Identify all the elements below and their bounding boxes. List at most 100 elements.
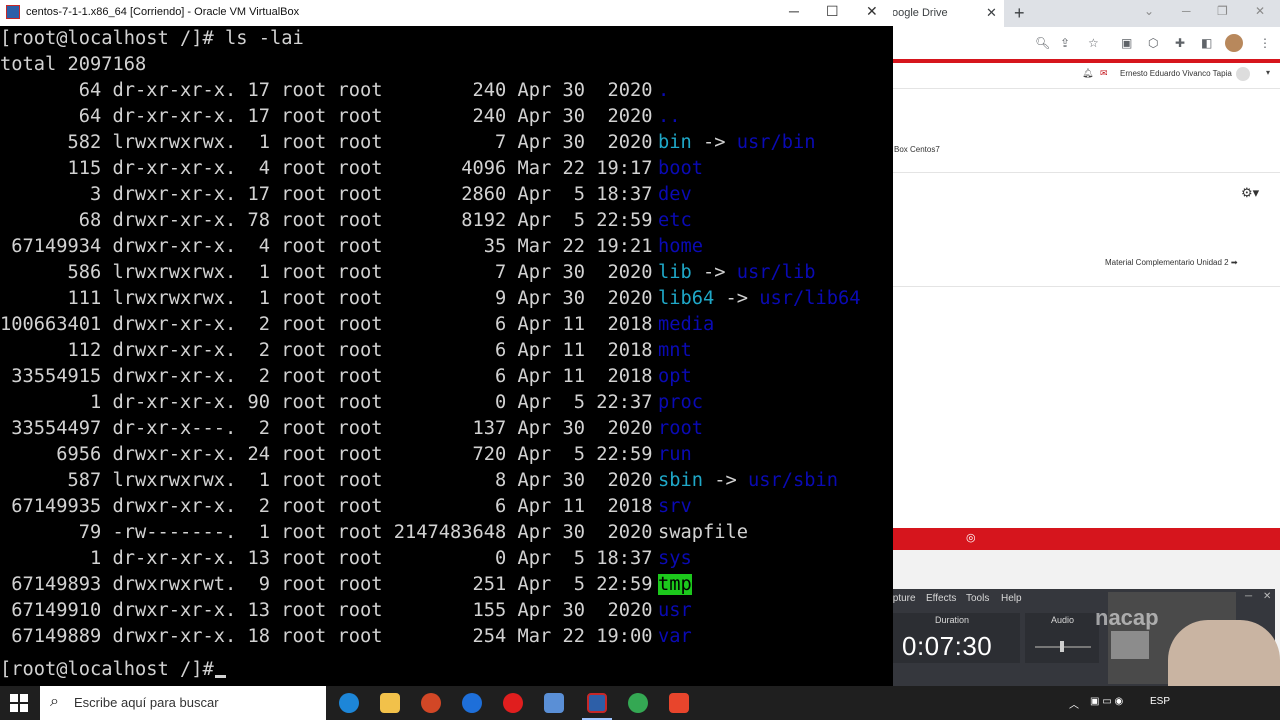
chrome-icon[interactable] — [628, 693, 648, 713]
file-name: root — [658, 418, 704, 439]
listing-row-meta: 582 lrwxrwxrwx. 1 root root 7 Apr 30 202… — [0, 132, 664, 153]
divider — [892, 172, 1280, 173]
zoom-icon[interactable]: 🔍︎ — [1035, 36, 1050, 50]
edge-icon[interactable] — [339, 693, 359, 713]
listing-row-name: .. — [658, 104, 681, 130]
virtualbox-taskbar-icon[interactable] — [587, 693, 607, 713]
listing-row: 112 drwxr-xr-x. 2 root root 6 Apr 11 201… — [0, 338, 692, 364]
powerpoint-icon[interactable] — [421, 693, 441, 713]
file-name: opt — [658, 366, 692, 387]
listing-row: 64 dr-xr-xr-x. 17 root root 240 Apr 30 2… — [0, 78, 670, 104]
file-name: bin — [658, 132, 692, 153]
audio-slider-knob[interactable] — [1060, 641, 1064, 652]
shield-icon[interactable]: ⬡ — [1148, 36, 1158, 50]
browser-tab-title: oogle Drive — [892, 7, 948, 19]
link-target: usr/sbin — [748, 470, 839, 491]
menu-effects[interactable]: Effects — [926, 593, 956, 604]
listing-row: 6956 drwxr-xr-x. 24 root root 720 Apr 5 … — [0, 442, 692, 468]
restore-icon[interactable]: ❐ — [1217, 4, 1228, 18]
virtualbox-titlebar: centos-7-1-1.x86_64 [Corriendo] - Oracle… — [0, 0, 893, 27]
listing-row: 33554915 drwxr-xr-x. 2 root root 6 Apr 1… — [0, 364, 692, 390]
listing-row: 586 lrwxrwxrwx. 1 root root 7 Apr 30 202… — [0, 260, 816, 286]
chevron-down-icon[interactable]: ⌄ — [1144, 4, 1154, 18]
listing-row-name: usr — [658, 598, 692, 624]
search-placeholder: Escribe aquí para buscar — [74, 695, 219, 710]
user-avatar[interactable] — [1236, 67, 1250, 81]
listing-row-meta: 67149934 drwxr-xr-x. 4 root root 35 Mar … — [0, 236, 664, 257]
extension-icon[interactable]: ▣ — [1121, 36, 1132, 50]
recorder-app-icon[interactable] — [669, 693, 689, 713]
file-name: run — [658, 444, 692, 465]
listing-row: 111 lrwxrwxrwx. 1 root root 9 Apr 30 202… — [0, 286, 861, 312]
sidebar-icon[interactable]: ◧ — [1201, 36, 1212, 50]
windows-start-icon[interactable] — [10, 694, 28, 712]
thunderbird-icon[interactable] — [462, 693, 482, 713]
more-menu-icon[interactable]: ⋮ — [1259, 36, 1271, 50]
listing-row-meta: 115 dr-xr-xr-x. 4 root root 4096 Mar 22 … — [0, 158, 664, 179]
listing-row: 587 lrwxrwxrwx. 1 root root 8 Apr 30 202… — [0, 468, 839, 494]
star-icon[interactable]: ☆ — [1088, 36, 1099, 50]
close-icon[interactable]: ✕ — [1263, 591, 1271, 602]
menu-help[interactable]: Help — [1001, 593, 1022, 604]
listing-row-meta: 587 lrwxrwxrwx. 1 root root 8 Apr 30 202… — [0, 470, 664, 491]
file-name: usr — [658, 600, 692, 621]
menu-tools[interactable]: Tools — [966, 593, 989, 604]
browser-tab-google-drive[interactable]: oogle Drive ✕ — [892, 0, 1004, 27]
terminal-screen[interactable]: [root@localhost /]# ls -lai total 209716… — [0, 26, 893, 686]
duration-label: Duration — [935, 615, 970, 625]
listing-row-meta: 67149889 drwxr-xr-x. 18 root root 254 Ma… — [0, 626, 664, 647]
minimize-button[interactable]: ─ — [789, 3, 799, 19]
maximize-button[interactable]: ☐ — [826, 3, 839, 20]
duration-value: 0:07:30 — [902, 631, 993, 661]
tray-icons[interactable]: ▣ ▭ ◉ — [1090, 696, 1123, 707]
message-icon[interactable]: ✉ — [1100, 68, 1108, 79]
audio-label: Audio — [1051, 615, 1075, 625]
command-line: [root@localhost /]# ls -lai — [0, 28, 304, 49]
user-menu-caret-icon[interactable]: ▾ — [1266, 68, 1270, 77]
file-name: tmp — [658, 574, 692, 595]
puzzle-icon[interactable]: ✚ — [1175, 36, 1185, 50]
user-name[interactable]: Ernesto Eduardo Vivanco Tapia — [1120, 69, 1232, 78]
divider — [892, 286, 1280, 287]
close-tab-icon[interactable]: ✕ — [986, 5, 997, 21]
language-indicator[interactable]: ESP — [1150, 696, 1170, 707]
file-name: srv — [658, 496, 692, 517]
listing-row-meta: 112 drwxr-xr-x. 2 root root 6 Apr 11 201… — [0, 340, 664, 361]
listing-row: 115 dr-xr-xr-x. 4 root root 4096 Mar 22 … — [0, 156, 704, 182]
chevron-up-icon[interactable]: ︿ — [1069, 696, 1079, 711]
file-name: proc — [658, 392, 704, 413]
listing-row-name: lib -> usr/lib — [658, 260, 816, 286]
listing-row-meta: 79 -rw-------. 1 root root 2147483648 Ap… — [0, 522, 664, 543]
gear-icon[interactable]: ⚙▾ — [1241, 185, 1259, 201]
new-tab-button[interactable]: + — [1014, 3, 1025, 24]
minimize-icon[interactable]: ─ — [1182, 4, 1191, 18]
share-icon[interactable]: ⇪ — [1060, 36, 1070, 50]
close-window-icon[interactable]: ✕ — [1255, 4, 1265, 18]
webcam-thumbnail — [1111, 631, 1149, 659]
browser-window: oogle Drive ✕ + ⌄ ─ ❐ ✕ 🔍︎ ⇪ ☆ ▣ ⬡ ✚ ◧ ⋮… — [892, 0, 1280, 686]
instagram-icon[interactable]: ◎ — [966, 531, 976, 544]
opera-icon[interactable] — [503, 693, 523, 713]
listing-row-name: etc — [658, 208, 692, 234]
file-explorer-icon[interactable] — [380, 693, 400, 713]
file-name: . — [658, 80, 670, 101]
minimize-icon[interactable]: ─ — [1245, 591, 1252, 602]
listing-row-meta: 68 drwxr-xr-x. 78 root root 8192 Apr 5 2… — [0, 210, 664, 231]
listing-row-meta: 586 lrwxrwxrwx. 1 root root 7 Apr 30 202… — [0, 262, 664, 283]
listing-row-meta: 67149935 drwxr-xr-x. 2 root root 6 Apr 1… — [0, 496, 664, 517]
site-footer-bar — [892, 528, 1280, 550]
listing-row-meta: 64 dr-xr-xr-x. 17 root root 240 Apr 30 2… — [0, 106, 664, 127]
listing-row: 67149889 drwxr-xr-x. 18 root root 254 Ma… — [0, 624, 692, 650]
3d-app-icon[interactable] — [544, 693, 564, 713]
taskbar-search-box[interactable]: ⌕ Escribe aquí para buscar — [40, 686, 326, 720]
material-link[interactable]: Material Complementario Unidad 2 ➡ — [1105, 258, 1238, 267]
listing-row: 79 -rw-------. 1 root root 2147483648 Ap… — [0, 520, 748, 546]
file-name: sys — [658, 548, 692, 569]
file-name: lib64 — [658, 288, 715, 309]
file-name: media — [658, 314, 715, 335]
profile-avatar[interactable] — [1225, 34, 1243, 52]
listing-row: 1 dr-xr-xr-x. 13 root root 0 Apr 5 18:37… — [0, 546, 692, 572]
bell-icon[interactable]: 🔔︎ — [1082, 68, 1093, 79]
close-button[interactable]: ✕ — [866, 3, 878, 20]
listing-row: 64 dr-xr-xr-x. 17 root root 240 Apr 30 2… — [0, 104, 681, 130]
